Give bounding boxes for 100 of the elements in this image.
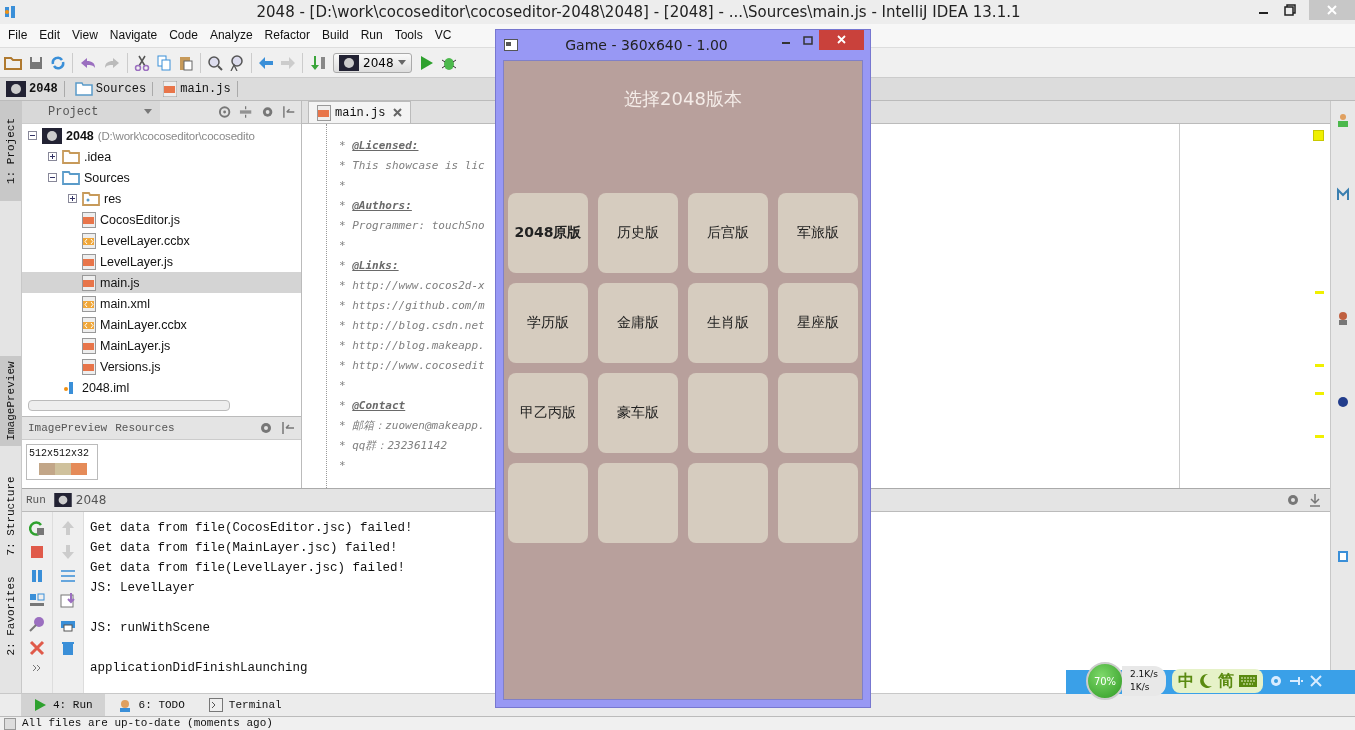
pause-icon[interactable]	[29, 568, 45, 585]
image-thumbnail[interactable]: 512x512x32	[26, 444, 98, 481]
pin-icon[interactable]	[1288, 674, 1303, 688]
tree-item[interactable]: res	[22, 188, 301, 210]
export-icon[interactable]	[60, 592, 76, 609]
panel-tab[interactable]: Resources	[115, 422, 175, 435]
version-button[interactable]: 甲乙丙版	[508, 373, 588, 453]
person-icon[interactable]	[1336, 113, 1350, 128]
menu-item[interactable]: Tools	[388, 28, 429, 43]
version-button[interactable]: 豪车版	[598, 373, 678, 453]
expander-icon[interactable]	[47, 173, 57, 183]
hide-icon[interactable]	[281, 421, 295, 436]
breadcrumb-label[interactable]: main.js	[180, 82, 231, 97]
stop-icon[interactable]	[29, 544, 45, 561]
menu-item[interactable]: VC	[428, 28, 458, 43]
js-file-icon	[163, 81, 178, 98]
database-icon[interactable]	[1336, 549, 1350, 564]
folder-icon[interactable]	[4, 54, 22, 71]
menu-item[interactable]: Analyze	[203, 28, 259, 43]
tool-window-tab[interactable]: Terminal	[196, 694, 294, 717]
version-button[interactable]: 后宫版	[688, 193, 768, 273]
close-icon[interactable]	[29, 640, 45, 657]
hide-icon[interactable]	[1308, 493, 1322, 508]
settings-icon[interactable]	[259, 421, 273, 436]
version-button[interactable]: 星座版	[778, 283, 858, 363]
locate-icon[interactable]	[218, 105, 232, 120]
run-configuration-dropdown[interactable]: 2048	[333, 52, 412, 73]
tree-item[interactable]: MainLayer.ccbx	[22, 314, 301, 336]
tree-item[interactable]: MainLayer.js	[22, 335, 301, 357]
image-size-label: 512x512x32	[29, 447, 90, 462]
project-view-dropdown[interactable]: Project	[22, 101, 161, 124]
tool-window-tab[interactable]: 6: TODO	[104, 694, 197, 717]
editor-tab[interactable]: main.js	[308, 101, 412, 124]
breadcrumb-label[interactable]: Sources	[95, 82, 147, 97]
tree-item[interactable]: main.xml	[22, 293, 301, 315]
status-indicator[interactable]	[4, 717, 16, 730]
tree-item[interactable]: Versions.js	[22, 356, 301, 378]
tree-item[interactable]: 2048 (D:\work\cocoseditor\cocosedito	[22, 125, 301, 147]
menu-item[interactable]: File	[2, 28, 34, 43]
tree-item[interactable]: LevelLayer.js	[22, 251, 301, 273]
breadcrumb-label[interactable]: 2048	[29, 82, 58, 97]
menu-item[interactable]: Refactor	[258, 28, 316, 43]
tool-window-tab[interactable]: 1: Project	[0, 101, 21, 202]
menu-item[interactable]: Code	[163, 28, 204, 43]
module-icon	[53, 493, 72, 508]
tool-window-tab[interactable]: ImagePreview	[0, 356, 21, 447]
figure-icon[interactable]	[1336, 311, 1350, 326]
close-button[interactable]	[819, 30, 864, 50]
version-button[interactable]: 生肖版	[688, 283, 768, 363]
expander-icon[interactable]	[27, 131, 37, 141]
tree-item[interactable]: 2048.iml	[22, 377, 301, 399]
keyboard-icon[interactable]	[1238, 675, 1257, 687]
tool-window-tab[interactable]: 4: Run	[21, 694, 105, 717]
copy-icon[interactable]	[156, 54, 172, 71]
settings-icon[interactable]	[260, 105, 274, 120]
pin-icon[interactable]	[29, 616, 45, 633]
rerun-icon[interactable]	[29, 520, 45, 537]
scissors-icon[interactable]	[134, 54, 150, 71]
make-icon[interactable]	[309, 54, 327, 71]
moon-icon[interactable]	[1198, 673, 1213, 689]
menu-item[interactable]: View	[66, 28, 104, 43]
letter-m-icon[interactable]	[1336, 187, 1350, 202]
restore-button[interactable]	[1283, 3, 1297, 17]
paste-icon[interactable]	[178, 54, 194, 71]
expander-icon[interactable]	[67, 194, 77, 204]
save-icon[interactable]	[28, 54, 44, 71]
collapse-icon[interactable]	[239, 105, 253, 120]
tree-item[interactable]: CocosEditor.js	[22, 209, 301, 231]
tree-item[interactable]: main.js	[22, 272, 301, 294]
tree-item[interactable]: .idea	[22, 146, 301, 168]
version-button[interactable]: 军旅版	[778, 193, 858, 273]
version-button[interactable]: 金庸版	[598, 283, 678, 363]
expander-icon[interactable]	[47, 152, 57, 162]
search-icon[interactable]	[207, 54, 223, 71]
panel-tab[interactable]: ImagePreview	[28, 422, 108, 435]
menu-item[interactable]: Edit	[33, 28, 67, 43]
version-button[interactable]: 学历版	[508, 283, 588, 363]
hide-icon[interactable]	[281, 105, 295, 120]
layout-icon[interactable]	[29, 592, 45, 609]
tool-window-tab[interactable]: 7: Structure	[0, 471, 21, 562]
trash-icon[interactable]	[60, 640, 76, 657]
version-button[interactable]: 2048原版	[508, 193, 588, 273]
menu-item[interactable]: Run	[354, 28, 389, 43]
menu-item[interactable]: Navigate	[103, 28, 164, 43]
more-icon[interactable]	[32, 664, 42, 673]
input-script[interactable]: 简	[1217, 670, 1234, 692]
settings-icon[interactable]	[1268, 674, 1283, 688]
version-button[interactable]: 历史版	[598, 193, 678, 273]
settings-icon[interactable]	[1286, 493, 1300, 508]
close-icon[interactable]	[393, 108, 403, 118]
tree-item[interactable]: Sources	[22, 167, 301, 189]
scrollbar-thumb[interactable]	[28, 400, 230, 412]
wrap-icon[interactable]	[60, 568, 76, 585]
menu-item[interactable]: Build	[315, 28, 355, 43]
replace-icon[interactable]	[229, 54, 245, 71]
tree-item[interactable]: LevelLayer.ccbx	[22, 230, 301, 252]
tool-window-tab[interactable]: 2: Favorites	[0, 571, 21, 662]
input-mode[interactable]: 中	[1177, 670, 1194, 692]
sync-icon[interactable]	[50, 54, 66, 71]
run-tab[interactable]: 2048	[53, 493, 107, 508]
